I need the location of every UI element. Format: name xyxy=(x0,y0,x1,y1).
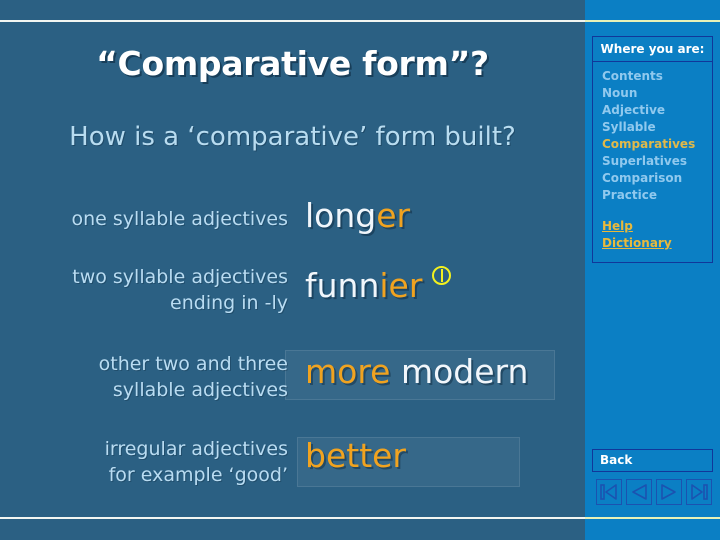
rule-example: more modern xyxy=(305,352,528,391)
where-you-are-box: Where you are: Contents Noun Adjective Syll… xyxy=(592,36,713,263)
rule-label: other two and three syllable adjectives xyxy=(8,352,288,403)
back-button[interactable]: Back xyxy=(592,449,713,472)
sidebar-item-superlatives[interactable]: Superlatives xyxy=(602,153,712,170)
rule-label-line: other two and three xyxy=(98,353,288,375)
example-word-part: more xyxy=(305,352,391,391)
rule-label-line: one syllable adjectives xyxy=(71,208,289,230)
rule-example: funnier xyxy=(305,266,452,305)
bottom-divider-rule xyxy=(0,517,585,519)
rule-example: longer xyxy=(305,196,410,235)
example-word-part: better xyxy=(305,436,406,475)
sidebar-item-syllable[interactable]: Syllable xyxy=(602,119,712,136)
sidebar: Where you are: Contents Noun Adjective Syll… xyxy=(585,0,720,540)
page-subtitle: How is a ‘comparative’ form built? xyxy=(69,122,516,152)
sidebar-item-comparison[interactable]: Comparison xyxy=(602,170,712,187)
where-you-are-header: Where you are: xyxy=(593,37,712,62)
rule-label-line: syllable adjectives xyxy=(112,378,288,401)
example-word-part: long xyxy=(305,196,377,235)
skip-back-icon xyxy=(597,480,621,504)
sidebar-item-noun[interactable]: Noun xyxy=(602,85,712,102)
rule-label-line: irregular adjectives xyxy=(104,438,288,460)
rule-label: irregular adjectives for example ‘good’ xyxy=(8,437,288,488)
sidebar-bottom-rule xyxy=(585,517,720,519)
next-slide-button[interactable] xyxy=(656,479,682,505)
play-back-icon xyxy=(627,480,651,504)
rule-example: better xyxy=(305,436,406,475)
sidebar-link-help[interactable]: Help xyxy=(602,218,712,235)
skip-forward-icon xyxy=(687,480,711,504)
sidebar-item-contents[interactable]: Contents xyxy=(602,68,712,85)
main-content-panel: “Comparative form”? How is a ‘comparativ… xyxy=(0,0,585,540)
top-divider-rule xyxy=(0,20,585,22)
sidebar-item-practice[interactable]: Practice xyxy=(602,187,712,204)
play-forward-icon xyxy=(657,480,681,504)
sidebar-link-dictionary[interactable]: Dictionary xyxy=(602,235,712,252)
rule-label-line: for example ‘good’ xyxy=(108,463,288,486)
example-word-part: er xyxy=(376,196,411,235)
sidebar-top-rule xyxy=(585,20,720,22)
previous-slide-button[interactable] xyxy=(626,479,652,505)
slide-navigation-buttons xyxy=(596,479,714,507)
example-word-part: funn xyxy=(305,266,380,305)
sidebar-nav-list: Contents Noun Adjective Syllable Comparative… xyxy=(593,62,712,262)
rule-label: one syllable adjectives xyxy=(8,207,289,233)
footnote-marker-icon[interactable] xyxy=(432,266,452,285)
rule-label-line: two syllable adjectives xyxy=(72,266,288,288)
sidebar-item-adjective[interactable]: Adjective xyxy=(602,102,712,119)
example-word-part: ier xyxy=(379,266,423,305)
rule-label: two syllable adjectives ending in -ly xyxy=(8,265,288,316)
page-title: “Comparative form”? xyxy=(96,44,489,83)
sidebar-item-comparatives[interactable]: Comparatives xyxy=(602,136,712,153)
slide: “Comparative form”? How is a ‘comparativ… xyxy=(0,0,720,540)
last-slide-button[interactable] xyxy=(686,479,712,505)
example-word-part: modern xyxy=(390,352,529,391)
rule-label-line: ending in -ly xyxy=(170,291,288,314)
first-slide-button[interactable] xyxy=(596,479,622,505)
